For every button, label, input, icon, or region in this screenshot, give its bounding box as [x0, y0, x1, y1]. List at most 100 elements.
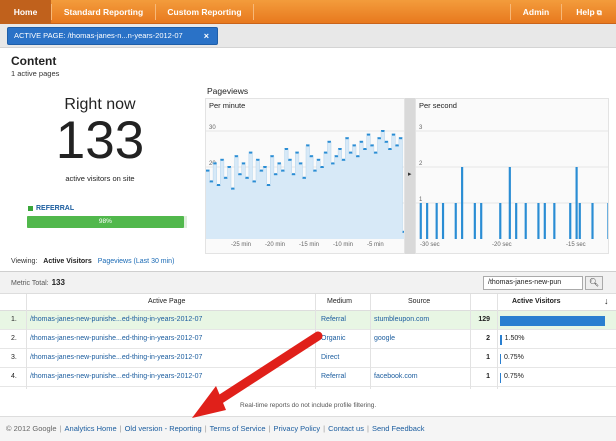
tab-help[interactable]: Help ⧉ [562, 0, 616, 24]
sort-arrow-icon[interactable]: ↓ [604, 296, 609, 306]
col-source[interactable]: Source [408, 298, 430, 305]
per-second-bar [473, 203, 476, 239]
row-number: 2. [11, 335, 17, 342]
referral-label: REFERRAL [36, 205, 75, 212]
referral-bar: 98% [27, 216, 184, 228]
tab-home[interactable]: Home [0, 0, 51, 24]
footer-link-feedback[interactable]: Send Feedback [372, 424, 425, 433]
column-separator [497, 294, 498, 389]
per-second-bar [419, 203, 422, 239]
realtime-note: Real-time reports do not include profile… [240, 402, 377, 409]
pageviews-title: Pageviews [207, 86, 249, 96]
footer-link-analytics-home[interactable]: Analytics Home [65, 424, 117, 433]
copyright: © 2012 Google [6, 424, 57, 433]
active-page-value: /thomas-janes-n...n-years-2012-07 [67, 31, 183, 40]
per-minute-svg: 302010-25 min-20 min-15 min-10 min-5 min [206, 125, 404, 248]
top-nav: Home Standard Reporting Custom Reporting… [0, 0, 616, 24]
row-source: facebook.com [374, 373, 418, 380]
table-row[interactable]: 4. /thomas-janes-new-punishe...ed-thing-i… [0, 368, 616, 387]
per-second-bar [426, 203, 429, 239]
row-percent: 0.75% [504, 373, 524, 380]
tab-standard-reporting[interactable]: Standard Reporting [52, 0, 155, 24]
per-second-bar [461, 167, 464, 239]
col-active-page[interactable]: Active Page [148, 298, 185, 305]
search-icon[interactable]: 🔍︎ [585, 276, 603, 290]
footer: © 2012 Google | Analytics Home | Old version… [0, 416, 616, 441]
per-second-bar [441, 203, 445, 239]
footer-link-contact[interactable]: Contact us [328, 424, 364, 433]
footer-separator: | [204, 424, 207, 433]
x-tick-label: -20 sec [492, 242, 512, 248]
active-pages-table: Metric Total: 133 /thomas-janes-new-pun 🔍… [0, 271, 616, 389]
row-percent: 1.50% [504, 335, 525, 342]
footer-links: © 2012 Google | Analytics Home | Old version… [6, 424, 424, 433]
row-page-link[interactable]: /thomas-janes-new-punishe...ed-thing-in-… [30, 316, 202, 323]
chart-divider: ▸ [405, 98, 415, 254]
active-visitor-caption: active visitors on site [65, 174, 135, 183]
metric-total-value: 133 [51, 278, 65, 287]
help-label: Help [576, 7, 595, 17]
tab-admin[interactable]: Admin [511, 0, 561, 24]
viewing-label: Viewing: [11, 258, 38, 265]
visitor-share-bar [500, 373, 501, 383]
search-input[interactable]: /thomas-janes-new-pun [483, 276, 583, 290]
footer-link-terms[interactable]: Terms of Service [210, 424, 266, 433]
x-tick-label: -15 min [299, 242, 319, 248]
column-separator [470, 294, 471, 389]
active-page-filter[interactable]: ACTIVE PAGE: /thomas-janes-n...n-years-2… [7, 27, 218, 45]
col-medium[interactable]: Medium [327, 298, 352, 305]
row-number: 4. [11, 373, 17, 380]
row-medium: Direct [321, 354, 340, 361]
per-second-bar [537, 203, 540, 239]
footer-link-privacy[interactable]: Privacy Policy [273, 424, 320, 433]
per-minute-chart: Per minute 302010-25 min-20 min-15 min-1… [205, 98, 405, 254]
col-active-visitors[interactable]: Active Visitors [512, 298, 561, 305]
page-title: Content [11, 54, 57, 68]
x-tick-label: -10 min [333, 242, 353, 248]
y-tick-label: 1 [419, 197, 423, 203]
x-tick-label: -15 sec [566, 242, 586, 248]
footer-link-old-version[interactable]: Old version - Reporting [125, 424, 202, 433]
y-tick-label: 30 [209, 125, 216, 131]
per-second-bar [591, 203, 594, 239]
per-second-bar [553, 203, 556, 239]
table-row[interactable]: 1. /thomas-janes-new-punishe...ed-thing-i… [0, 311, 616, 330]
nav-divider [253, 4, 254, 20]
x-tick-label: -30 sec [420, 242, 440, 248]
footer-separator: | [119, 424, 122, 433]
per-minute-area [206, 131, 404, 239]
chevron-right-icon: ▸ [408, 171, 412, 178]
footer-separator: | [268, 424, 271, 433]
row-number: 1. [11, 316, 17, 323]
row-medium: Organic [321, 335, 346, 342]
row-source: google [374, 335, 396, 342]
row-page-link[interactable]: /thomas-janes-new-punishe...ed-thing-in-… [30, 354, 202, 361]
per-second-bar [543, 203, 546, 239]
row-medium: Referral [321, 373, 346, 380]
row-visitors: 1 [486, 373, 490, 380]
tab-custom-reporting[interactable]: Custom Reporting [156, 0, 253, 24]
per-second-bar [508, 167, 511, 239]
row-page-link[interactable]: /thomas-janes-new-punishe...ed-thing-in-… [30, 335, 202, 342]
table-header: Active Page Medium Source Active Visitor… [0, 294, 616, 311]
column-separator [315, 294, 316, 389]
per-second-bar [480, 203, 483, 239]
active-page-prefix: ACTIVE PAGE: [14, 31, 66, 40]
per-second-bar [607, 203, 608, 239]
active-visitor-count: 133 [55, 111, 145, 170]
x-tick-label: -5 min [367, 242, 384, 248]
x-tick-label: -20 min [265, 242, 285, 248]
viewing-active-visitors[interactable]: Active Visitors [43, 258, 92, 265]
visitor-share-bar [500, 335, 502, 345]
row-page-link[interactable]: /thomas-janes-new-punishe...ed-thing-in-… [30, 373, 202, 380]
metric-total-row: Metric Total: 133 /thomas-janes-new-pun 🔍… [0, 272, 616, 294]
table-row[interactable]: 3. /thomas-janes-new-punishe...ed-thing-i… [0, 349, 616, 368]
viewing-pageviews-link[interactable]: Pageviews (Last 30 min) [98, 258, 175, 265]
row-visitors: 129 [478, 316, 490, 323]
row-visitors: 2 [486, 335, 490, 342]
close-icon[interactable]: × [204, 28, 209, 44]
table-row[interactable]: 2. /thomas-janes-new-punishe...ed-thing-i… [0, 330, 616, 349]
footer-separator: | [366, 424, 369, 433]
per-second-bar [578, 203, 581, 239]
row-visitors: 1 [486, 354, 490, 361]
